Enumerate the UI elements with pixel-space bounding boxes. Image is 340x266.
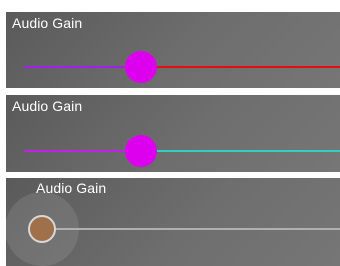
audio-gain-slider-panel-1: Audio Gain	[6, 12, 340, 88]
slider-active-track[interactable]	[24, 66, 141, 68]
audio-gain-slider-2[interactable]	[6, 95, 340, 172]
audio-gain-slider-panel-3: Audio Gain	[6, 178, 340, 266]
slider-inactive-track[interactable]	[140, 150, 340, 152]
slider-thumb[interactable]	[124, 51, 157, 83]
slider-thumb[interactable]	[28, 215, 56, 243]
audio-gain-slider-panel-2: Audio Gain	[6, 95, 340, 172]
slider-inactive-track[interactable]	[140, 66, 340, 68]
audio-gain-slider-1[interactable]	[6, 12, 340, 88]
slider-inactive-track[interactable]	[42, 228, 340, 230]
slider-active-track[interactable]	[24, 150, 141, 152]
audio-gain-slider-3[interactable]	[6, 178, 340, 266]
slider-thumb[interactable]	[124, 135, 157, 167]
